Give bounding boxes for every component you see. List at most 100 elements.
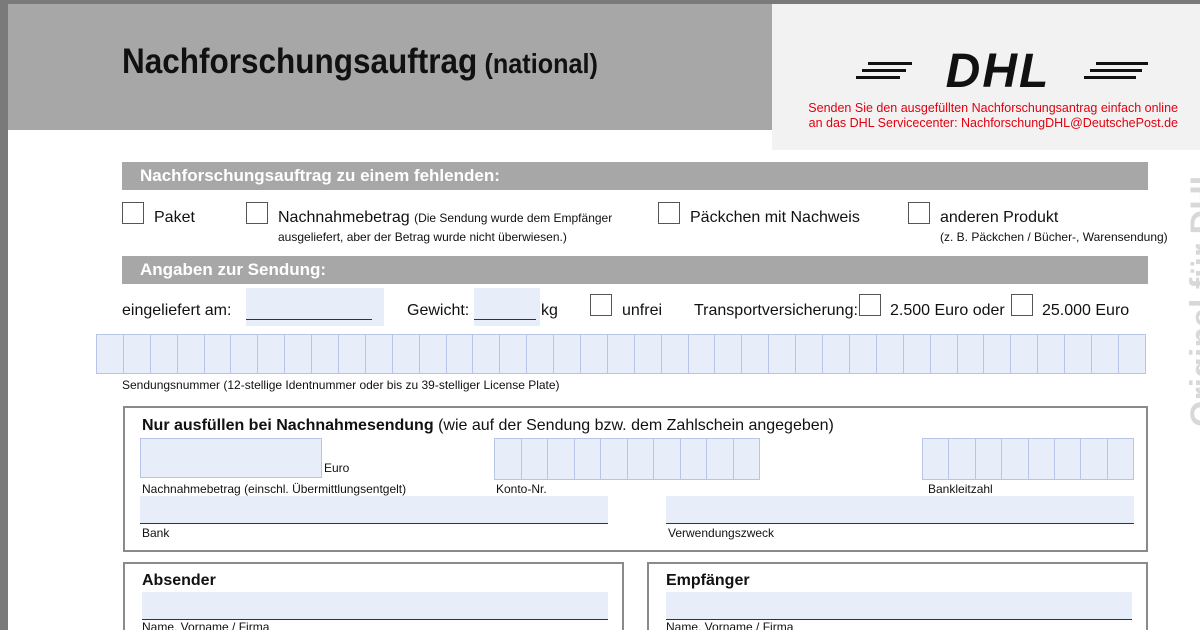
digit-cell[interactable] [178,335,205,373]
digit-cell[interactable] [581,335,608,373]
digit-cell[interactable] [285,335,313,373]
digit-cell[interactable] [1065,335,1092,373]
submission-note: Senden Sie den ausgefüllten Nachforschun… [788,101,1178,131]
label-sender-name: Name, Vorname / Firma [142,620,270,630]
dhl-logo: DHL [856,46,1148,96]
checkbox-unfrei[interactable] [590,294,612,316]
digit-cell[interactable] [1092,335,1119,373]
checkbox-25000-euro[interactable] [1011,294,1033,316]
konto-nr-field[interactable] [494,438,760,480]
digit-cell[interactable] [904,335,931,373]
digit-cell[interactable] [420,335,447,373]
digit-cell[interactable] [601,439,628,479]
checkbox-anderes-produkt[interactable] [908,202,930,224]
digit-cell[interactable] [151,335,178,373]
label-transportversicherung: Transportversicherung: [694,302,858,319]
cod-title: Nur ausfüllen bei Nachnahmesendung [142,417,434,434]
verwendungszweck-field[interactable] [666,496,1134,524]
bank-underline [140,523,608,524]
digit-cell[interactable] [923,439,950,479]
digit-cell[interactable] [231,335,259,373]
digit-cell[interactable] [635,335,662,373]
digit-cell[interactable] [654,439,681,479]
digit-cell[interactable] [473,335,501,373]
nachnahme-note: ausgeliefert, aber der Betrag wurde nich… [278,230,567,244]
digit-cell[interactable] [769,335,797,373]
digit-cell[interactable] [205,335,232,373]
digit-cell[interactable] [554,335,582,373]
eingeliefert-underline [246,319,372,320]
label-konto-nr: Konto-Nr. [496,482,547,496]
checkbox-nachnahmebetrag[interactable] [246,202,268,224]
digit-cell[interactable] [1002,439,1029,479]
digit-cell[interactable] [366,335,393,373]
digit-cell[interactable] [681,439,707,479]
bankleitzahl-field[interactable] [922,438,1134,480]
gewicht-field[interactable] [474,288,540,326]
digit-cell[interactable] [734,439,760,479]
digit-cell[interactable] [949,439,976,479]
digit-cell[interactable] [742,335,770,373]
checkbox-paket[interactable] [122,202,144,224]
digit-cell[interactable] [1119,335,1145,373]
digit-cell[interactable] [850,335,877,373]
digit-cell[interactable] [823,335,850,373]
digit-cell[interactable] [447,335,474,373]
digit-cell[interactable] [522,439,548,479]
digit-cell[interactable] [707,439,734,479]
digit-cell[interactable] [984,335,1012,373]
nachnahme-title: Nachnahmebetrag [278,209,410,226]
digit-cell[interactable] [1029,439,1055,479]
digit-cell[interactable] [1038,335,1066,373]
checkbox-2500-euro[interactable] [859,294,881,316]
digit-cell[interactable] [527,335,555,373]
digit-cell[interactable] [97,335,124,373]
digit-cell[interactable] [689,335,716,373]
label-eingeliefert: eingeliefert am: [122,302,232,319]
verwendungszweck-underline [666,523,1134,524]
cod-title-note: (wie auf der Sendung bzw. dem Zahlschein… [438,417,834,434]
digit-cell[interactable] [796,335,824,373]
digit-cell[interactable] [931,335,958,373]
nachnahmebetrag-field[interactable] [140,438,322,478]
digit-cell[interactable] [608,335,635,373]
eingeliefert-date-field[interactable] [246,288,384,326]
digit-cell[interactable] [548,439,575,479]
form-page: Nachforschungsauftrag (national) DHL Send… [8,4,1200,630]
digit-cell[interactable] [1055,439,1082,479]
vertical-label: Original für DHL [1184,164,1200,427]
digit-cell[interactable] [958,335,985,373]
digit-cell[interactable] [1081,439,1108,479]
digit-cell[interactable] [976,439,1003,479]
label-recipient-name: Name, Vorname / Firma [666,620,794,630]
label-sendungsnummer: Sendungsnummer (12-stellige Identnummer … [122,378,560,392]
note-line-1: Senden Sie den ausgefüllten Nachforschun… [808,101,1178,115]
digit-cell[interactable] [715,335,743,373]
digit-cell[interactable] [877,335,904,373]
label-nachnahmebetrag-amount: Nachnahmebetrag (einschl. Übermittlungse… [142,482,407,496]
checkbox-paeckchen[interactable] [658,202,680,224]
digit-cell[interactable] [495,439,522,479]
digit-cell[interactable] [662,335,689,373]
digit-cell[interactable] [312,335,340,373]
digit-cell[interactable] [1011,335,1039,373]
digit-cell[interactable] [575,439,601,479]
logo-text: DHL [946,46,1051,96]
digit-cell[interactable] [258,335,286,373]
nachnahme-note-inline: (Die Sendung wurde dem Empfänger [414,211,613,225]
label-kg: kg [541,302,558,319]
sender-name-field[interactable] [142,592,608,620]
digit-cell[interactable] [124,335,151,373]
label-2500-euro: 2.500 Euro oder [890,302,1005,319]
digit-cell[interactable] [628,439,654,479]
digit-cell[interactable] [393,335,420,373]
bank-field[interactable] [140,496,608,524]
recipient-name-field[interactable] [666,592,1132,620]
label-gewicht: Gewicht: [407,302,470,319]
digit-cell[interactable] [1108,439,1133,479]
sendungsnummer-field[interactable] [96,334,1146,374]
digit-cell[interactable] [500,335,528,373]
section-shipment-details: Angaben zur Sendung: [122,256,1148,284]
digit-cell[interactable] [339,335,366,373]
title-sub: (national) [484,48,598,79]
